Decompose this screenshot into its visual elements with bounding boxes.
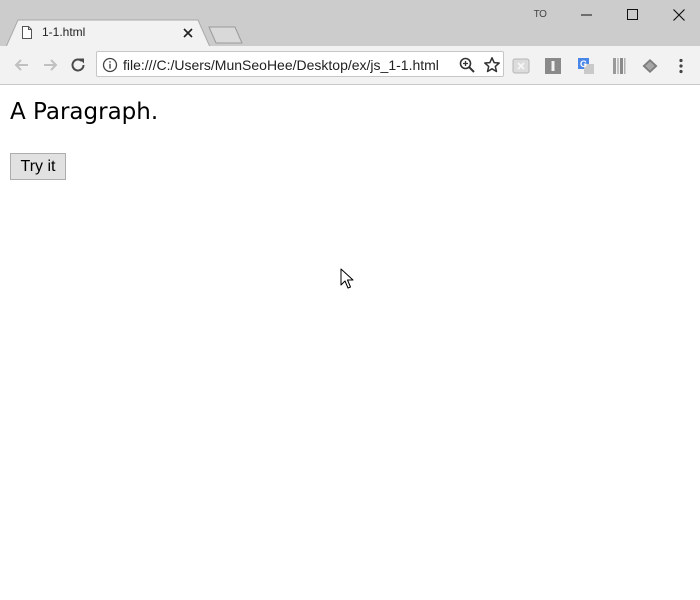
svg-text:G: G (580, 59, 587, 69)
url-text[interactable]: file:///C:/Users/MunSeoHee/Desktop/ex/js… (123, 57, 439, 73)
extension-icon-1[interactable] (512, 57, 530, 75)
arrow-left-icon[interactable] (12, 55, 32, 75)
zoom-icon[interactable] (458, 56, 476, 74)
minimize-icon (581, 14, 592, 16)
extension-icon-4[interactable] (610, 57, 628, 75)
translate-icon[interactable]: G (577, 57, 595, 75)
close-icon (673, 9, 685, 21)
profile-badge[interactable]: TO (528, 8, 552, 22)
file-icon (22, 26, 32, 39)
window-titlebar: 1-1.html TO (0, 0, 700, 47)
page-viewport: A Paragraph. Try it (0, 85, 700, 600)
tab-title: 1-1.html (42, 25, 86, 39)
extension-icon-2[interactable] (544, 57, 562, 75)
layers-icon[interactable] (641, 57, 659, 75)
try-it-button[interactable]: Try it (10, 153, 66, 180)
reload-icon[interactable] (68, 55, 88, 75)
minimize-button[interactable] (564, 0, 610, 30)
maximize-button[interactable] (610, 0, 656, 30)
browser-tab-active[interactable]: 1-1.html (6, 19, 211, 47)
window-close-button[interactable] (656, 0, 700, 30)
tab-close-icon[interactable] (181, 26, 195, 40)
maximize-icon (627, 9, 638, 20)
mouse-cursor-icon (340, 268, 354, 289)
address-bar[interactable]: file:///C:/Users/MunSeoHee/Desktop/ex/js… (96, 51, 504, 77)
arrow-right-icon[interactable] (40, 55, 60, 75)
demo-paragraph: A Paragraph. (10, 99, 159, 125)
browser-toolbar: file:///C:/Users/MunSeoHee/Desktop/ex/js… (0, 46, 700, 85)
kebab-menu-icon[interactable] (672, 57, 690, 75)
info-icon[interactable] (102, 57, 118, 73)
star-icon[interactable] (483, 56, 501, 74)
new-tab-button[interactable] (205, 26, 245, 44)
